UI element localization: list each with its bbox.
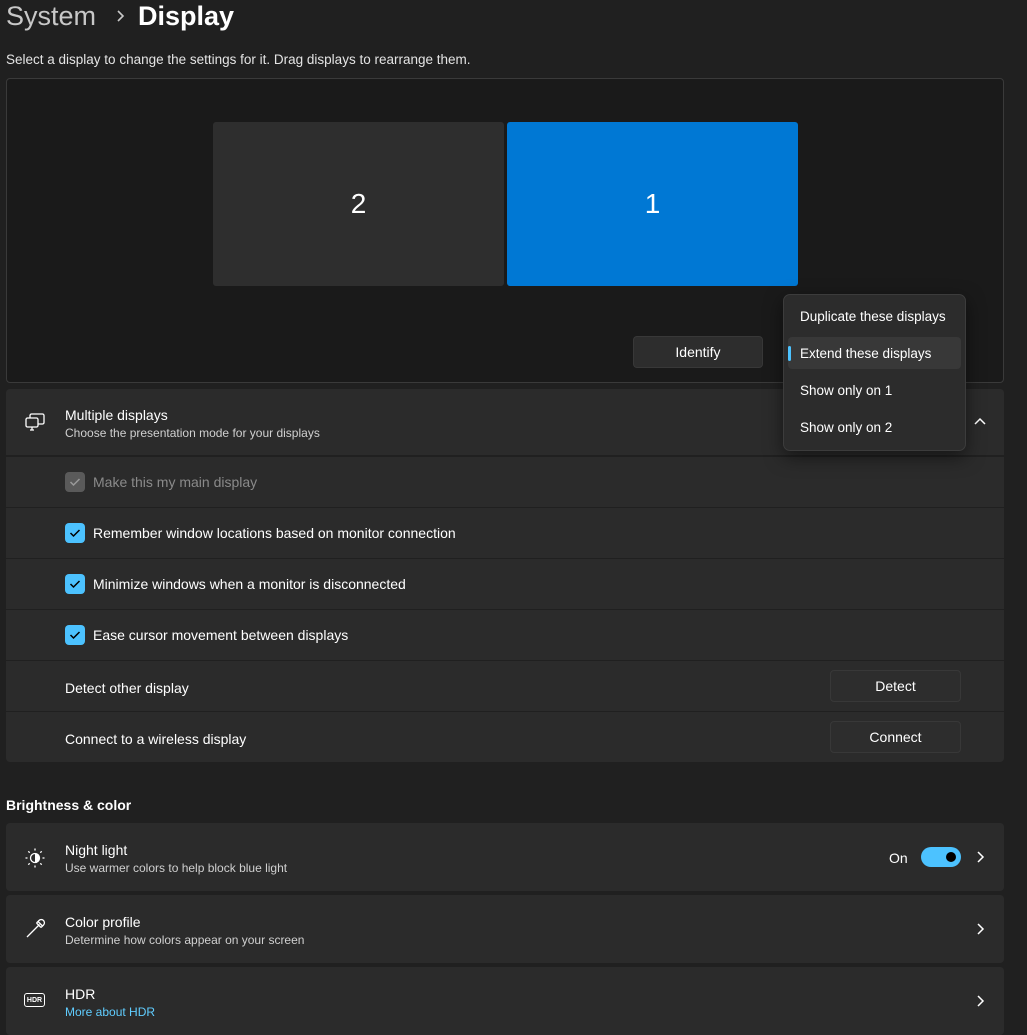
wireless-display-label: Connect to a wireless display [65,731,247,747]
hdr-icon: HDR [24,993,45,1007]
checkmark-icon [69,478,81,487]
night-light-title: Night light [65,842,128,858]
monitor-2[interactable]: 2 [213,122,504,286]
ease-cursor-checkbox[interactable] [65,625,85,645]
detect-display-label: Detect other display [65,680,189,696]
multiple-displays-subtitle: Choose the presentation mode for your di… [65,426,320,440]
hdr-title: HDR [65,986,96,1002]
color-profile-card[interactable]: Color profile Determine how colors appea… [6,895,1004,963]
checkmark-icon [69,580,81,589]
multiple-displays-icon [25,413,45,431]
detect-display-row: Detect other display Detect [6,661,1004,711]
color-profile-subtitle: Determine how colors appear on your scre… [65,933,305,947]
wireless-display-row: Connect to a wireless display Connect [6,712,1004,762]
chevron-right-icon [977,851,985,863]
minimize-windows-checkbox[interactable] [65,574,85,594]
monitor-1[interactable]: 1 [507,122,798,286]
menu-item-show-only-1[interactable]: Show only on 1 [788,374,961,406]
toggle-knob [946,852,956,862]
main-display-checkbox [65,472,85,492]
option-main-display-row: Make this my main display [6,457,1004,507]
color-profile-title: Color profile [65,914,141,930]
night-light-card[interactable]: Night light Use warmer colors to help bl… [6,823,1004,891]
detect-button[interactable]: Detect [830,670,961,702]
menu-item-extend-label: Extend these displays [800,345,932,361]
menu-item-extend[interactable]: Extend these displays [788,337,961,369]
page-title: Display [138,1,235,31]
option-minimize-windows-row: Minimize windows when a monitor is disco… [6,559,1004,609]
night-light-state: On [889,850,908,866]
brightness-color-heading: Brightness & color [6,797,132,813]
night-light-subtitle: Use warmer colors to help block blue lig… [65,861,288,875]
option-remember-locations-row: Remember window locations based on monit… [6,508,1004,558]
menu-item-show-only-2[interactable]: Show only on 2 [788,411,961,443]
checkmark-icon [69,529,81,538]
menu-item-duplicate[interactable]: Duplicate these displays [788,300,961,332]
checkmark-icon [69,631,81,640]
chevron-right-icon [977,923,985,935]
minimize-windows-label: Minimize windows when a monitor is disco… [93,576,406,592]
night-light-toggle[interactable] [921,847,961,867]
night-light-icon [25,848,45,868]
multiple-displays-title: Multiple displays [65,407,168,423]
hdr-card[interactable]: HDR HDR More about HDR [6,967,1004,1035]
option-ease-cursor-row: Ease cursor movement between displays [6,610,1004,660]
identify-button[interactable]: Identify [633,336,763,368]
breadcrumb-parent[interactable]: System [6,0,96,34]
eyedropper-icon [26,918,46,938]
chevron-right-icon [117,10,125,22]
presentation-mode-menu: Duplicate these displays Extend these di… [783,294,966,451]
main-display-label: Make this my main display [93,474,258,490]
chevron-up-icon[interactable] [972,416,988,428]
chevron-right-icon [977,995,985,1007]
arrangement-instruction: Select a display to change the settings … [6,52,471,67]
remember-locations-label: Remember window locations based on monit… [93,525,456,541]
selection-indicator [788,346,791,361]
remember-locations-checkbox[interactable] [65,523,85,543]
ease-cursor-label: Ease cursor movement between displays [93,627,349,643]
more-about-hdr-link[interactable]: More about HDR [65,1005,155,1019]
connect-button[interactable]: Connect [830,721,961,753]
